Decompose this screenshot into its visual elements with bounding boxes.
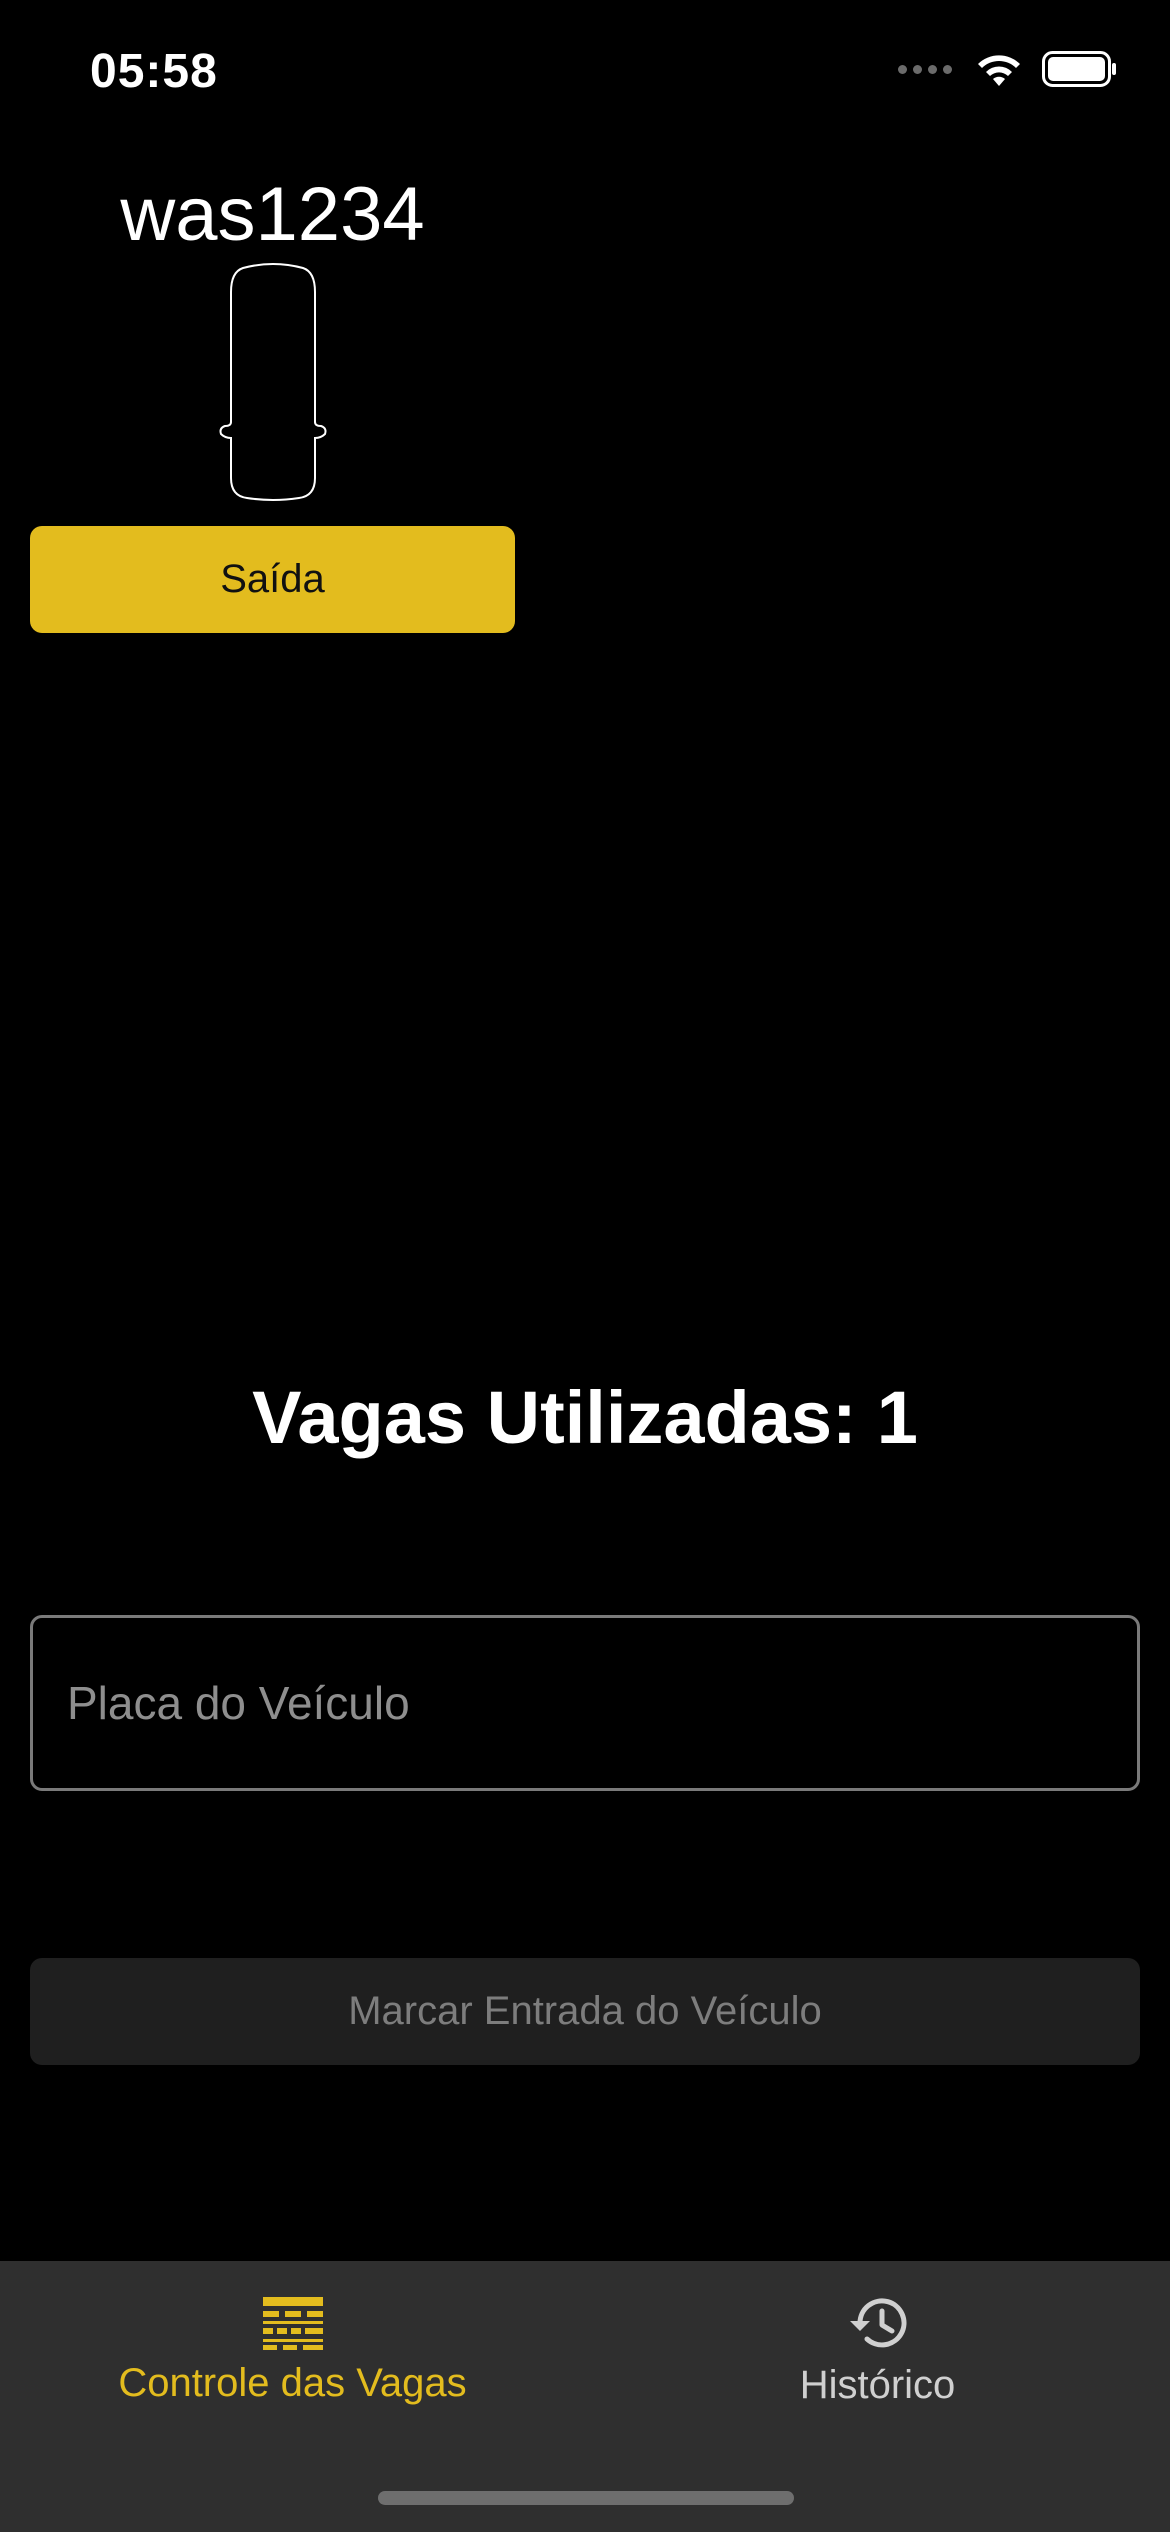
mark-entry-button[interactable]: Marcar Entrada do Veículo [30, 1958, 1140, 2065]
parked-car-card: was1234 Saída [30, 170, 515, 633]
wifi-icon [978, 55, 1020, 86]
status-bar: 05:58 [0, 0, 1170, 140]
status-icons [898, 50, 1118, 88]
used-spots-counter: Vagas Utilizadas: 1 [0, 1375, 1170, 1460]
used-spots-count: 1 [876, 1376, 918, 1459]
cellular-signal-icon [898, 64, 952, 74]
plate-input[interactable] [67, 1618, 1137, 1788]
plate-input-container [30, 1615, 1140, 1791]
home-indicator [378, 2491, 794, 2505]
battery-icon [1042, 51, 1116, 87]
exit-button[interactable]: Saída [30, 526, 515, 633]
tab-parking-control-label: Controle das Vagas [118, 2361, 467, 2405]
tab-history[interactable]: Histórico [700, 2261, 1055, 2431]
used-spots-label: Vagas Utilizadas: [252, 1376, 857, 1459]
tab-history-label: Histórico [799, 2363, 956, 2407]
tab-parking-control[interactable]: Controle das Vagas [60, 2261, 525, 2431]
car-top-view-icon [219, 263, 326, 501]
status-time: 05:58 [90, 45, 218, 98]
parking-control-screen: 05:58 was1234 Saída Vagas Utilizadas: 1 … [0, 0, 1170, 2532]
car-plate-label: was1234 [120, 172, 425, 257]
history-icon [849, 2298, 906, 2348]
parking-grid-icon [262, 2297, 323, 2350]
